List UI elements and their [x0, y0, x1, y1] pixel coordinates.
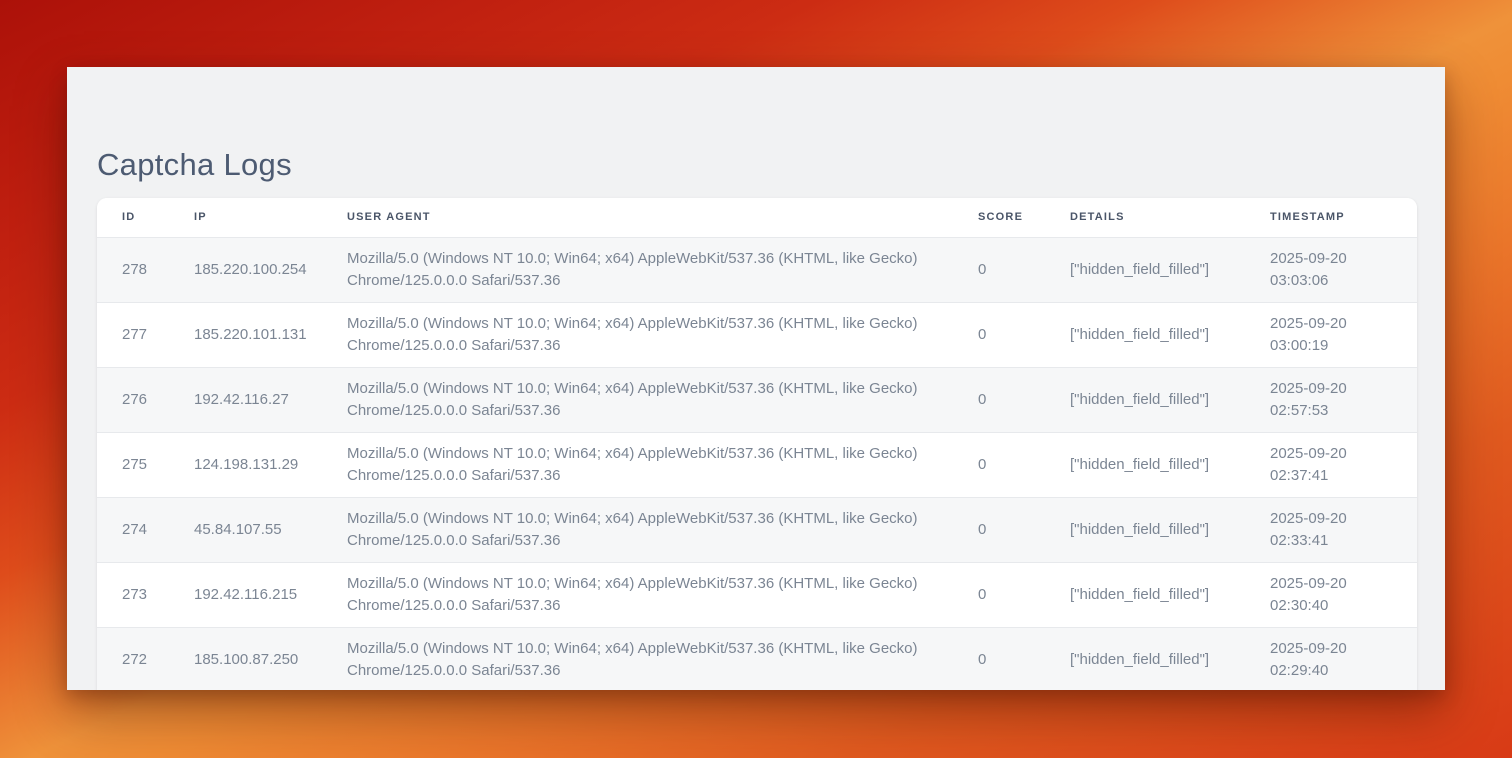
cell-timestamp: 2025-09-20 03:03:06	[1270, 237, 1417, 302]
cell-details: ["hidden_field_filled"]	[1070, 562, 1270, 627]
cell-details: ["hidden_field_filled"]	[1070, 627, 1270, 690]
cell-score: 0	[978, 562, 1070, 627]
table-header: ID IP USER AGENT SCORE DETAILS TIMESTAMP	[97, 198, 1417, 237]
cell-score: 0	[978, 302, 1070, 367]
table-header-row: ID IP USER AGENT SCORE DETAILS TIMESTAMP	[97, 198, 1417, 237]
cell-timestamp: 2025-09-20 03:00:19	[1270, 302, 1417, 367]
cell-score: 0	[978, 367, 1070, 432]
cell-ip: 192.42.116.27	[194, 367, 347, 432]
table-row: 275 124.198.131.29 Mozilla/5.0 (Windows …	[97, 432, 1417, 497]
column-header-id: ID	[97, 198, 194, 237]
cell-id: 272	[97, 627, 194, 690]
cell-id: 277	[97, 302, 194, 367]
desktop-background: { "page": { "title": "Captcha Logs" }, "…	[0, 0, 1512, 758]
cell-timestamp: 2025-09-20 02:29:40	[1270, 627, 1417, 690]
cell-score: 0	[978, 497, 1070, 562]
table-row: 272 185.100.87.250 Mozilla/5.0 (Windows …	[97, 627, 1417, 690]
table-row: 273 192.42.116.215 Mozilla/5.0 (Windows …	[97, 562, 1417, 627]
column-header-timestamp: TIMESTAMP	[1270, 198, 1417, 237]
cell-id: 273	[97, 562, 194, 627]
cell-ip: 192.42.116.215	[194, 562, 347, 627]
cell-ip: 45.84.107.55	[194, 497, 347, 562]
table-row: 274 45.84.107.55 Mozilla/5.0 (Windows NT…	[97, 497, 1417, 562]
cell-score: 0	[978, 432, 1070, 497]
captcha-logs-card: Captcha Logs ID IP USER AGENT SCORE DETA…	[67, 67, 1445, 690]
cell-user-agent: Mozilla/5.0 (Windows NT 10.0; Win64; x64…	[347, 497, 978, 562]
cell-timestamp: 2025-09-20 02:37:41	[1270, 432, 1417, 497]
cell-id: 276	[97, 367, 194, 432]
table-row: 276 192.42.116.27 Mozilla/5.0 (Windows N…	[97, 367, 1417, 432]
cell-ip: 124.198.131.29	[194, 432, 347, 497]
cell-timestamp: 2025-09-20 02:57:53	[1270, 367, 1417, 432]
cell-details: ["hidden_field_filled"]	[1070, 367, 1270, 432]
cell-id: 275	[97, 432, 194, 497]
column-header-score: SCORE	[978, 198, 1070, 237]
cell-user-agent: Mozilla/5.0 (Windows NT 10.0; Win64; x64…	[347, 367, 978, 432]
cell-ip: 185.100.87.250	[194, 627, 347, 690]
cell-user-agent: Mozilla/5.0 (Windows NT 10.0; Win64; x64…	[347, 562, 978, 627]
table-row: 277 185.220.101.131 Mozilla/5.0 (Windows…	[97, 302, 1417, 367]
cell-id: 274	[97, 497, 194, 562]
cell-ip: 185.220.101.131	[194, 302, 347, 367]
cell-score: 0	[978, 627, 1070, 690]
cell-timestamp: 2025-09-20 02:30:40	[1270, 562, 1417, 627]
page-title: Captcha Logs	[97, 147, 292, 183]
cell-user-agent: Mozilla/5.0 (Windows NT 10.0; Win64; x64…	[347, 302, 978, 367]
cell-details: ["hidden_field_filled"]	[1070, 432, 1270, 497]
cell-user-agent: Mozilla/5.0 (Windows NT 10.0; Win64; x64…	[347, 432, 978, 497]
cell-timestamp: 2025-09-20 02:33:41	[1270, 497, 1417, 562]
cell-details: ["hidden_field_filled"]	[1070, 497, 1270, 562]
cell-id: 278	[97, 237, 194, 302]
cell-user-agent: Mozilla/5.0 (Windows NT 10.0; Win64; x64…	[347, 627, 978, 690]
column-header-user-agent: USER AGENT	[347, 198, 978, 237]
captcha-logs-table-container: ID IP USER AGENT SCORE DETAILS TIMESTAMP…	[97, 198, 1417, 690]
table-body: 278 185.220.100.254 Mozilla/5.0 (Windows…	[97, 237, 1417, 690]
captcha-logs-table: ID IP USER AGENT SCORE DETAILS TIMESTAMP…	[97, 198, 1417, 690]
cell-details: ["hidden_field_filled"]	[1070, 302, 1270, 367]
cell-score: 0	[978, 237, 1070, 302]
column-header-ip: IP	[194, 198, 347, 237]
cell-details: ["hidden_field_filled"]	[1070, 237, 1270, 302]
column-header-details: DETAILS	[1070, 198, 1270, 237]
cell-ip: 185.220.100.254	[194, 237, 347, 302]
cell-user-agent: Mozilla/5.0 (Windows NT 10.0; Win64; x64…	[347, 237, 978, 302]
table-row: 278 185.220.100.254 Mozilla/5.0 (Windows…	[97, 237, 1417, 302]
